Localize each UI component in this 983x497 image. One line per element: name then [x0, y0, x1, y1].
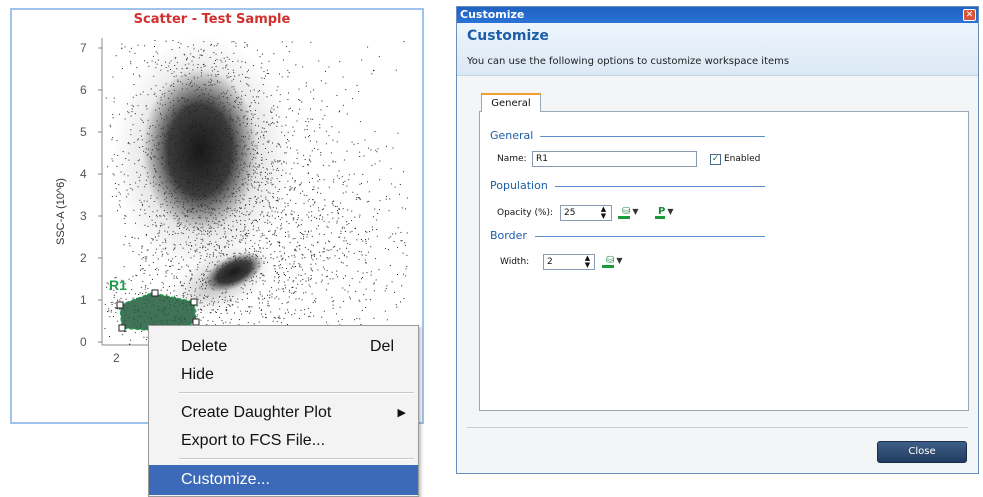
section-title-border: Border [490, 229, 527, 242]
enabled-label: Enabled [724, 154, 761, 164]
pattern-picker[interactable]: P ▼ [655, 205, 674, 219]
section-divider [540, 136, 765, 137]
main-cluster [142, 68, 258, 232]
opacity-label: Opacity (%): [497, 208, 554, 218]
chevron-down-icon: ▼ [632, 207, 639, 216]
border-color-picker[interactable]: ⛁ ▼ [602, 254, 623, 268]
gate-label: R1 [109, 277, 127, 293]
section-divider [555, 186, 765, 187]
y-tick-label: 0 [80, 335, 87, 349]
submenu-arrow-icon: ▶ [397, 407, 406, 419]
menu-separator [179, 392, 414, 394]
section-title-population: Population [490, 179, 548, 192]
window-title: Customize [460, 8, 525, 21]
menu-item-delete[interactable]: Delete Del [149, 334, 418, 360]
y-tick-label: 5 [80, 125, 87, 139]
width-spinner-icon[interactable]: ▲ ▼ [582, 255, 593, 269]
dialog-header: Customize You can use the following opti… [457, 23, 978, 76]
close-icon[interactable]: ✕ [963, 9, 976, 21]
chevron-down-icon: ▼ [616, 256, 623, 265]
tab-panel-general: General Name: R1 ✓ Enabled Population Op… [479, 111, 969, 411]
plot-title: Scatter - Test Sample [133, 12, 291, 27]
dialog-titlebar[interactable]: Customize ✕ [457, 7, 978, 23]
section-divider [535, 236, 765, 237]
context-menu[interactable]: Delete Del Hide Create Daughter Plot ▶ E… [148, 325, 419, 497]
footer-divider [467, 427, 968, 428]
y-tick-label: 2 [80, 251, 87, 265]
section-title-general: General [490, 129, 534, 142]
name-label: Name: [497, 154, 527, 164]
enabled-checkbox[interactable]: ✓ [710, 154, 721, 165]
menu-item-label: Create Daughter Plot [181, 404, 332, 421]
menu-item-export-fcs[interactable]: Export to FCS File... [149, 428, 418, 454]
menu-item-hide[interactable]: Hide [149, 362, 418, 388]
chevron-down-icon: ▼ [667, 207, 674, 216]
y-tick-label: 1 [80, 293, 87, 307]
customize-dialog[interactable]: Customize ✕ Customize You can use the fo… [456, 6, 979, 474]
opacity-spinner-icon[interactable]: ▲ ▼ [598, 206, 609, 220]
header-subtitle: You can use the following options to cus… [467, 56, 790, 67]
tab-general[interactable]: General [481, 93, 541, 112]
y-tick-label: 7 [80, 41, 87, 55]
y-tick-label: 3 [80, 209, 87, 223]
name-input[interactable]: R1 [532, 151, 697, 167]
x-tick-label: 2 [113, 351, 120, 365]
y-axis-label: SSC-A (10^6) [55, 178, 67, 245]
menu-separator [179, 458, 414, 460]
y-tick-label: 4 [80, 167, 87, 181]
header-title: Customize [467, 28, 549, 44]
menu-item-create-daughter-plot[interactable]: Create Daughter Plot ▶ [149, 400, 418, 426]
menu-item-label: Export to FCS File... [181, 432, 326, 449]
menu-item-label: Delete [181, 338, 228, 355]
close-button[interactable]: Close [877, 441, 967, 463]
width-label: Width: [500, 257, 530, 267]
menu-item-label: Hide [181, 366, 214, 383]
fill-color-picker[interactable]: ⛁ ▼ [618, 205, 639, 219]
y-tick-label: 6 [80, 83, 87, 97]
menu-shortcut: Del [369, 338, 394, 355]
menu-item-customize[interactable]: Customize... [149, 465, 418, 495]
menu-item-label: Customize... [181, 471, 270, 488]
